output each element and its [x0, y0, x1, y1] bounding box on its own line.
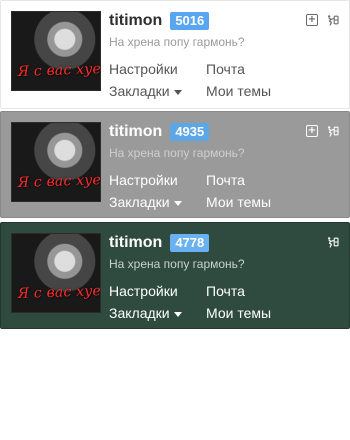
user-status: На хрена попу гармонь?	[109, 146, 245, 160]
panel-tools	[325, 235, 339, 249]
panel-tools: +	[305, 13, 339, 27]
username[interactable]: titimon	[109, 122, 162, 142]
settings-link[interactable]: Настройки	[109, 58, 206, 80]
user-header: titimon 5016	[109, 11, 210, 31]
my-topics-link[interactable]: Мои темы	[206, 302, 309, 324]
bookmarks-label: Закладки	[109, 305, 170, 321]
panel-tools: +	[305, 124, 339, 138]
logout-button[interactable]	[325, 124, 339, 138]
logout-icon	[328, 126, 339, 137]
my-topics-link[interactable]: Мои темы	[206, 191, 309, 213]
post-count-badge: 4935	[170, 123, 210, 141]
avatar[interactable]: Я с вас хуею	[11, 122, 101, 202]
user-panels: Я с вас хуею titimon 5016 На хрена попу …	[0, 0, 350, 440]
post-count-badge: 4778	[170, 234, 210, 252]
bookmarks-dropdown[interactable]: Закладки	[109, 80, 206, 102]
avatar[interactable]: Я с вас хуею	[11, 233, 101, 313]
user-status: На хрена попу гармонь?	[109, 257, 245, 271]
add-icon: +	[306, 125, 318, 137]
post-count-badge: 5016	[170, 12, 210, 30]
avatar-caption: Я с вас хуею	[17, 171, 101, 191]
user-panel-dark-green: Я с вас хуею titimon 4778 На хрена попу …	[0, 222, 350, 329]
bookmarks-label: Закладки	[109, 83, 170, 99]
add-icon: +	[306, 14, 318, 26]
user-links: Настройки Почта Закладки Мои темы	[109, 58, 309, 102]
settings-link[interactable]: Настройки	[109, 280, 206, 302]
logout-button[interactable]	[325, 235, 339, 249]
logout-icon	[328, 237, 339, 248]
avatar-caption: Я с вас хуею	[17, 60, 101, 80]
user-links: Настройки Почта Закладки Мои темы	[109, 280, 309, 324]
username[interactable]: titimon	[109, 233, 162, 253]
chevron-down-icon	[173, 312, 182, 317]
chevron-down-icon	[173, 201, 182, 206]
chevron-down-icon	[173, 90, 182, 95]
avatar[interactable]: Я с вас хуею	[11, 11, 101, 91]
bookmarks-dropdown[interactable]: Закладки	[109, 302, 206, 324]
mail-link[interactable]: Почта	[206, 169, 309, 191]
user-header: titimon 4935	[109, 122, 210, 142]
user-panel-light: Я с вас хуею titimon 5016 На хрена попу …	[0, 0, 350, 109]
bookmarks-label: Закладки	[109, 194, 170, 210]
user-header: titimon 4778	[109, 233, 210, 253]
add-button[interactable]: +	[305, 124, 319, 138]
mail-link[interactable]: Почта	[206, 280, 309, 302]
user-panel-gray: Я с вас хуею titimon 4935 На хрена попу …	[0, 111, 350, 218]
add-button[interactable]: +	[305, 13, 319, 27]
user-status: На хрена попу гармонь?	[109, 35, 245, 49]
logout-button[interactable]	[325, 13, 339, 27]
avatar-caption: Я с вас хуею	[17, 282, 101, 302]
settings-link[interactable]: Настройки	[109, 169, 206, 191]
username[interactable]: titimon	[109, 11, 162, 31]
my-topics-link[interactable]: Мои темы	[206, 80, 309, 102]
user-links: Настройки Почта Закладки Мои темы	[109, 169, 309, 213]
mail-link[interactable]: Почта	[206, 58, 309, 80]
logout-icon	[328, 15, 339, 26]
bookmarks-dropdown[interactable]: Закладки	[109, 191, 206, 213]
